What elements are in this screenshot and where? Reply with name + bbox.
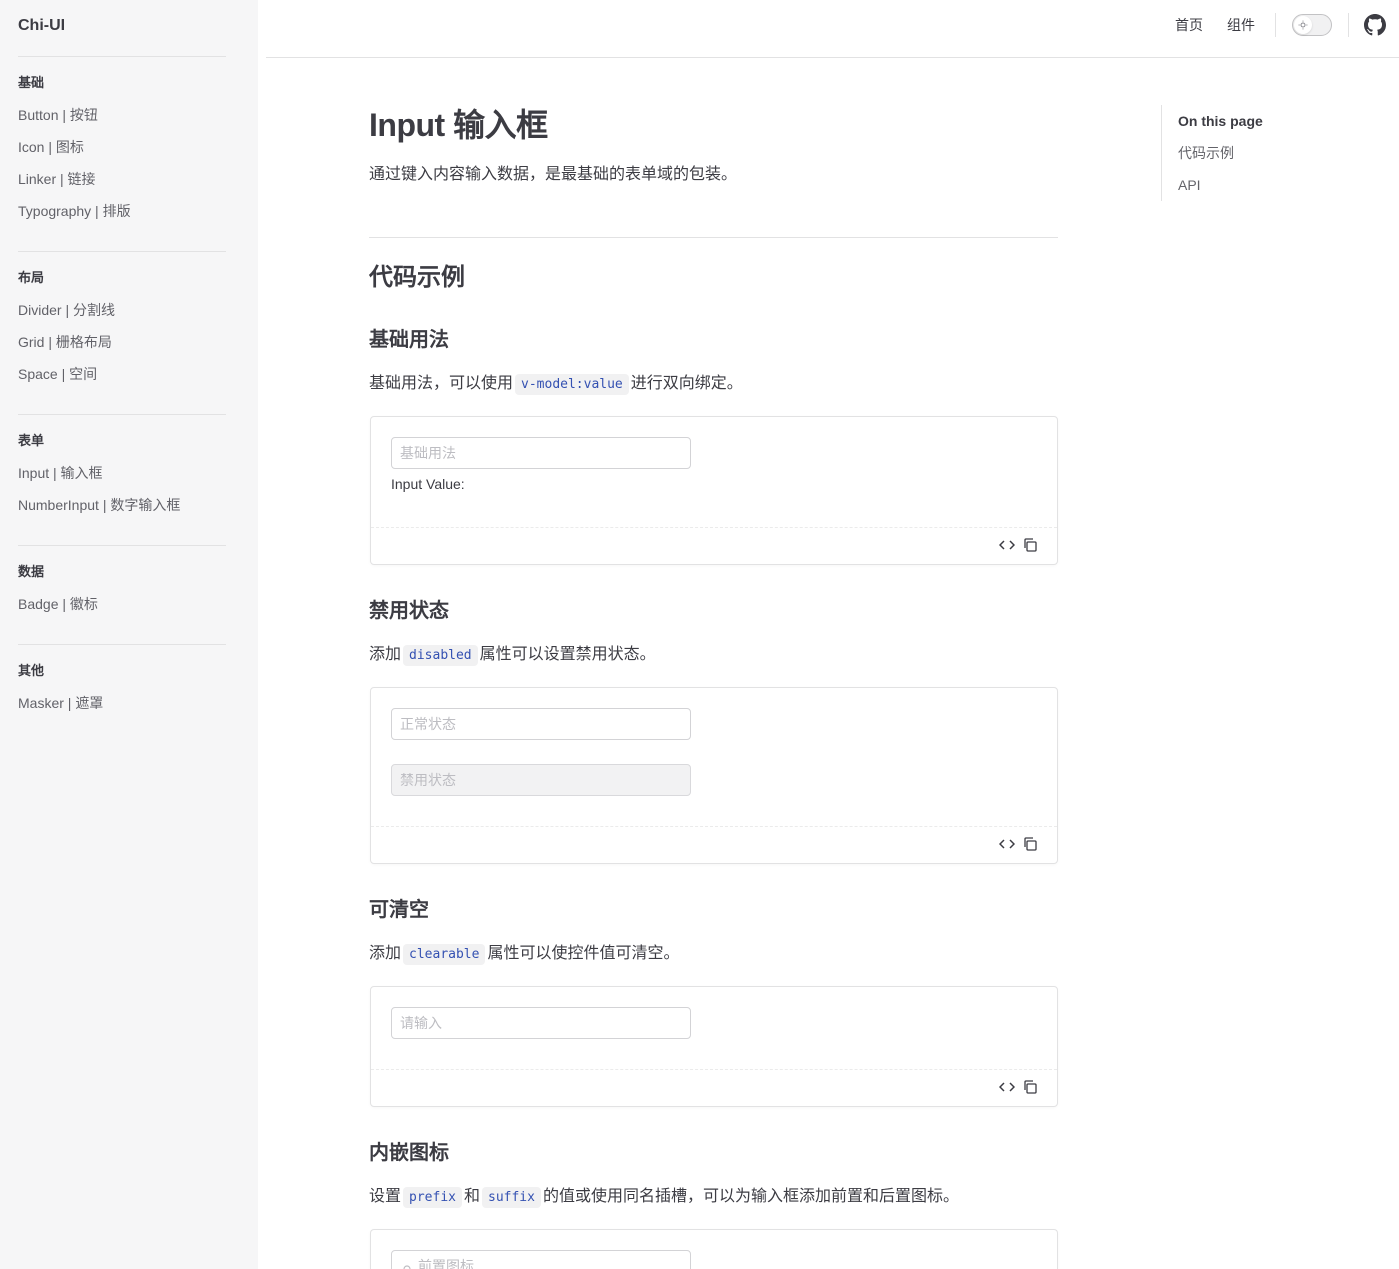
divider bbox=[369, 237, 1058, 238]
sidebar-group-title: 布局 bbox=[18, 270, 45, 285]
toc-rail bbox=[1161, 105, 1162, 201]
sidebar-item-divider[interactable]: Divider | 分割线 bbox=[18, 300, 115, 320]
sidebar-group-title: 数据 bbox=[18, 564, 45, 579]
code-toggle-icon[interactable] bbox=[998, 837, 1016, 851]
copy-icon[interactable] bbox=[1023, 538, 1037, 552]
sidebar-item-button[interactable]: Button | 按钮 bbox=[18, 105, 98, 125]
header-divider bbox=[266, 57, 1399, 58]
basic-input[interactable]: 基础用法 bbox=[391, 437, 691, 469]
code-snippet: suffix bbox=[482, 1187, 541, 1208]
nav-separator bbox=[1275, 13, 1276, 37]
demo-desc-disabled: 添加 disabled 属性可以设置禁用状态。 bbox=[369, 643, 656, 668]
section-title: 代码示例 bbox=[369, 264, 465, 291]
demo-box-disabled: 正常状态 禁用状态 bbox=[370, 687, 1058, 864]
input-value-label: Input Value: bbox=[391, 476, 465, 492]
code-snippet: disabled bbox=[403, 645, 478, 666]
divider bbox=[18, 414, 226, 415]
sidebar-group-title: 其他 bbox=[18, 663, 45, 678]
demo-desc-basic: 基础用法，可以使用 v-model:value 进行双向绑定。 bbox=[369, 372, 743, 397]
copy-icon[interactable] bbox=[1023, 837, 1037, 851]
sidebar-item-icon[interactable]: Icon | 图标 bbox=[18, 137, 84, 157]
demo-footer bbox=[371, 1069, 1057, 1107]
demo-box-basic: 基础用法 Input Value: bbox=[370, 416, 1058, 565]
code-snippet: prefix bbox=[403, 1187, 462, 1208]
theme-toggle[interactable] bbox=[1292, 14, 1332, 36]
sidebar-group-title: 基础 bbox=[18, 75, 45, 90]
divider bbox=[18, 545, 226, 546]
demo-title-clearable: 可清空 bbox=[369, 899, 429, 921]
page-title: Input 输入框 bbox=[369, 107, 548, 143]
sidebar-group-title: 表单 bbox=[18, 433, 45, 448]
sidebar-item-badge[interactable]: Badge | 徽标 bbox=[18, 594, 98, 614]
demo-footer bbox=[371, 826, 1057, 864]
normal-input[interactable]: 正常状态 bbox=[391, 708, 691, 740]
divider bbox=[18, 251, 226, 252]
brand-logo[interactable]: Chi-UI bbox=[18, 14, 65, 38]
sidebar-item-grid[interactable]: Grid | 栅格布局 bbox=[18, 332, 112, 352]
code-snippet: clearable bbox=[403, 944, 486, 965]
sidebar-item-input[interactable]: Input | 输入框 bbox=[18, 463, 103, 483]
sidebar-item-linker[interactable]: Linker | 链接 bbox=[18, 169, 96, 189]
toc-title: On this page bbox=[1178, 113, 1263, 129]
demo-box-clearable: 请输入 bbox=[370, 986, 1058, 1107]
prefix-input-placeholder: 前置图标 bbox=[418, 1258, 474, 1269]
sun-icon bbox=[1294, 16, 1312, 34]
divider bbox=[18, 56, 226, 57]
sidebar-item-numberinput[interactable]: NumberInput | 数字输入框 bbox=[18, 495, 180, 515]
toc-item-examples[interactable]: 代码示例 bbox=[1178, 143, 1234, 163]
sidebar-item-masker[interactable]: Masker | 遮罩 bbox=[18, 693, 103, 713]
nav-components-link[interactable]: 组件 bbox=[1227, 15, 1255, 35]
disabled-input: 禁用状态 bbox=[391, 764, 691, 796]
demo-title-basic: 基础用法 bbox=[369, 329, 449, 351]
code-toggle-icon[interactable] bbox=[998, 1080, 1016, 1094]
user-icon bbox=[401, 1259, 413, 1269]
demo-footer bbox=[371, 527, 1057, 565]
page-lead: 通过键入内容输入数据，是最基础的表单域的包装。 bbox=[369, 166, 738, 183]
demo-title-disabled: 禁用状态 bbox=[369, 600, 449, 622]
divider bbox=[18, 644, 226, 645]
demo-desc-icons: 设置 prefix 和 suffix 的值或使用同名插槽，可以为输入框添加前置和后置图标… bbox=[369, 1185, 959, 1210]
nav-separator bbox=[1348, 13, 1349, 37]
sidebar-item-typography[interactable]: Typography | 排版 bbox=[18, 201, 131, 221]
nav-home-link[interactable]: 首页 bbox=[1175, 15, 1203, 35]
sidebar-item-space[interactable]: Space | 空间 bbox=[18, 364, 97, 384]
demo-title-icons: 内嵌图标 bbox=[369, 1142, 449, 1164]
code-toggle-icon[interactable] bbox=[998, 538, 1016, 552]
code-snippet: v-model:value bbox=[515, 374, 629, 395]
demo-box-icons: 前置图标 bbox=[370, 1229, 1058, 1269]
toc-item-api[interactable]: API bbox=[1178, 175, 1201, 195]
sidebar: Chi-UI 基础 Button | 按钮 Icon | 图标 Linker |… bbox=[0, 0, 258, 1269]
prefix-icon-input[interactable]: 前置图标 bbox=[391, 1250, 691, 1269]
clearable-input[interactable]: 请输入 bbox=[391, 1007, 691, 1039]
github-icon[interactable] bbox=[1364, 14, 1386, 36]
copy-icon[interactable] bbox=[1023, 1080, 1037, 1094]
demo-desc-clearable: 添加 clearable 属性可以使控件值可清空。 bbox=[369, 942, 679, 967]
